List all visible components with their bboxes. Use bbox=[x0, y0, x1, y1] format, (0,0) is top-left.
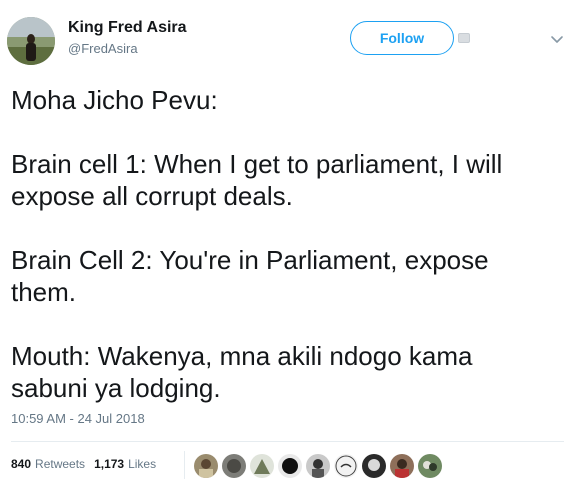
chevron-down-icon[interactable] bbox=[549, 31, 565, 47]
likes-stat[interactable]: 1,173 Likes bbox=[94, 457, 156, 471]
liker-avatar[interactable] bbox=[222, 454, 246, 478]
author-display-name[interactable]: King Fred Asira bbox=[68, 19, 187, 37]
tweet-paragraph: Brain cell 1: When I get to parliament, … bbox=[11, 149, 503, 211]
divider bbox=[11, 441, 564, 442]
author-avatar[interactable] bbox=[7, 17, 55, 65]
retweets-label: Retweets bbox=[35, 457, 86, 471]
liker-avatar[interactable] bbox=[418, 454, 442, 478]
tweet-paragraph: Brain Cell 2: You're in Parliament, expo… bbox=[11, 245, 489, 307]
retweets-stat[interactable]: 840 Retweets bbox=[11, 457, 85, 471]
tweet-paragraph: Mouth: Wakenya, mna akili ndogo kama sab… bbox=[11, 341, 473, 403]
liker-avatar[interactable] bbox=[278, 454, 302, 478]
retweets-count: 840 bbox=[11, 457, 32, 471]
liker-avatar[interactable] bbox=[334, 454, 358, 478]
liker-avatar[interactable] bbox=[362, 454, 386, 478]
follow-button[interactable]: Follow bbox=[350, 21, 454, 55]
liker-avatar[interactable] bbox=[390, 454, 414, 478]
tweet-text: Moha Jicho Pevu: Brain cell 1: When I ge… bbox=[11, 84, 561, 404]
tweet-timestamp[interactable]: 10:59 AM - 24 Jul 2018 bbox=[11, 411, 145, 426]
follow-menu-icon[interactable] bbox=[458, 33, 470, 43]
stats-divider bbox=[184, 451, 185, 479]
author-handle[interactable]: @FredAsira bbox=[68, 41, 138, 56]
liker-avatar[interactable] bbox=[250, 454, 274, 478]
tweet-stats: 840 Retweets 1,173 Likes bbox=[11, 457, 156, 471]
likes-label: Likes bbox=[128, 457, 157, 471]
liker-avatars bbox=[194, 454, 446, 478]
tweet-paragraph: Moha Jicho Pevu: bbox=[11, 85, 218, 115]
likes-count: 1,173 bbox=[94, 457, 125, 471]
liker-avatar[interactable] bbox=[306, 454, 330, 478]
liker-avatar[interactable] bbox=[194, 454, 218, 478]
